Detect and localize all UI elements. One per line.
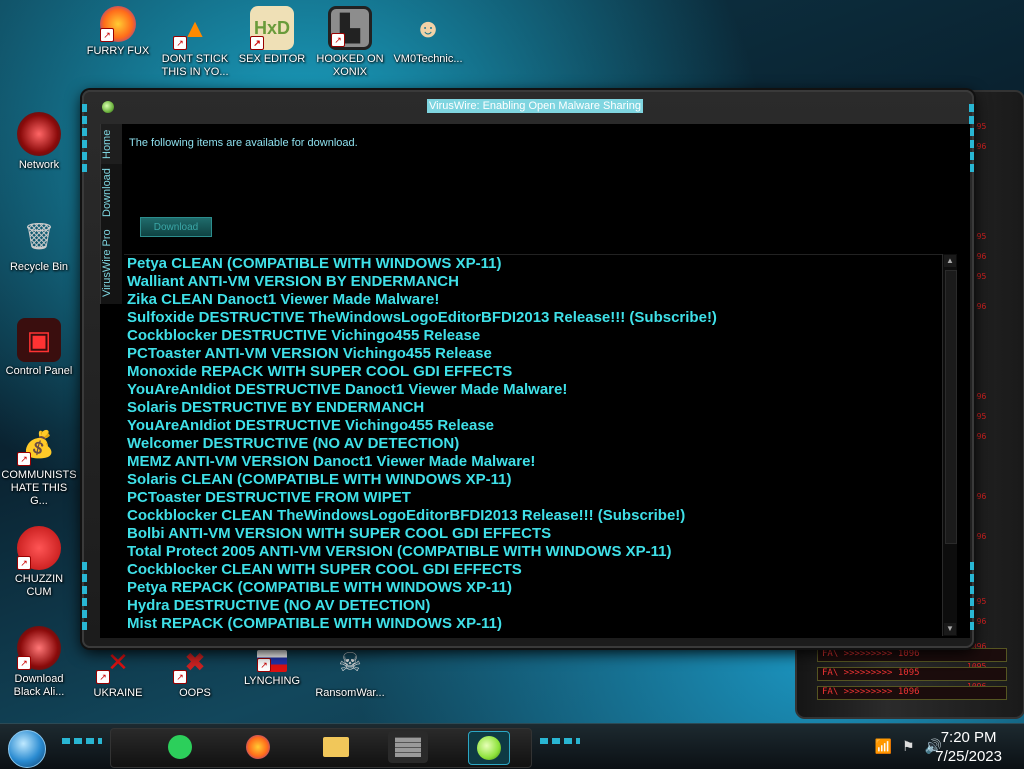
- list-item[interactable]: Cockblocker CLEAN WITH SUPER COOL GDI EF…: [124, 561, 954, 579]
- window-title: VirusWire: Enabling Open Malware Sharing: [427, 99, 643, 113]
- desktop-icon-hooked-on-xonix[interactable]: ▙ ↗ HOOKED ON XONIX: [312, 6, 388, 79]
- clock-time: 7:20 PM: [940, 729, 997, 746]
- system-tray: 📶 ⚑ 🔊: [875, 738, 942, 755]
- widget-bar-row: FA\ >>>>>>>>> 1095: [817, 667, 1007, 681]
- list-item[interactable]: Petya CLEAN (COMPATIBLE WITH WINDOWS XP-…: [124, 255, 954, 273]
- tab-home[interactable]: Home: [100, 124, 122, 164]
- list-item[interactable]: YouAreAnIdiot DESTRUCTIVE Vichingo455 Re…: [124, 417, 954, 435]
- desktop-icon-control-panel[interactable]: ▣ Control Panel: [1, 318, 77, 378]
- viruswire-window[interactable]: VirusWire: Enabling Open Malware Sharing…: [82, 90, 974, 648]
- list-scrollbar[interactable]: ▲ ▼: [942, 254, 957, 636]
- desktop-icon-communists[interactable]: 💰 ↗ COMMUNISTS HATE THIS G...: [1, 422, 77, 508]
- download-button[interactable]: Download: [140, 217, 212, 237]
- scroll-down-arrow-icon[interactable]: ▼: [944, 623, 956, 635]
- list-item[interactable]: Sulfoxide DESTRUCTIVE TheWindowsLogoEdit…: [124, 309, 954, 327]
- list-item[interactable]: PCToaster ANTI-VM VERSION Vichingo455 Re…: [124, 345, 954, 363]
- start-orb-button[interactable]: [8, 730, 46, 768]
- taskbar-app-explorer[interactable]: [316, 731, 356, 763]
- vlc-cone-icon: ▲ ↗: [173, 6, 217, 50]
- taskbar-app-firefox[interactable]: [238, 731, 278, 763]
- taskbar: 📶 ⚑ 🔊 7:20 PM 7/25/2023: [0, 723, 1024, 769]
- desktop-icon-vm0technic[interactable]: ☻ VM0Technic...: [390, 6, 466, 66]
- brick-wall-icon: [395, 737, 421, 757]
- desktop-icon-chuzzin[interactable]: ↗ CHUZZIN CUM: [1, 526, 77, 599]
- desktop-icon-ransomware[interactable]: ☠ RansomWar...: [312, 640, 388, 700]
- list-item[interactable]: Cockblocker CLEAN TheWindowsLogoEditorBF…: [124, 507, 954, 525]
- widget-bar-row: FA\ >>>>>>>>> 1096: [817, 686, 1007, 700]
- list-item[interactable]: Mist REPACK (COMPATIBLE WITH WINDOWS XP-…: [124, 615, 954, 633]
- firefox-icon: [246, 735, 270, 759]
- list-item[interactable]: Bolbi ANTI-VM VERSION WITH SUPER COOL GD…: [124, 525, 954, 543]
- control-panel-icon: ▣: [17, 318, 61, 362]
- file-explorer-icon: [323, 737, 349, 757]
- intro-text: The following items are available for do…: [129, 137, 358, 149]
- taskbar-app-viruswire[interactable]: [468, 731, 510, 765]
- desktop-icon-dont-stick[interactable]: ▲ ↗ DONT STICK THIS IN YO...: [157, 6, 233, 79]
- clock[interactable]: 7:20 PM 7/25/2023: [935, 728, 1002, 766]
- money-bag-icon: 💰 ↗: [17, 422, 61, 466]
- scroll-up-arrow-icon[interactable]: ▲: [944, 255, 956, 267]
- doctor-avatar-icon: ☻: [414, 12, 442, 43]
- list-item[interactable]: Petya REPACK (COMPATIBLE WITH WINDOWS XP…: [124, 579, 954, 597]
- network-signal-icon[interactable]: 📶: [875, 738, 892, 755]
- list-item[interactable]: Zika CLEAN Danoct1 Viewer Made Malware!: [124, 291, 954, 309]
- firefox-icon: ↗: [100, 6, 136, 42]
- alien-eye-icon: ↗: [17, 626, 61, 670]
- list-item[interactable]: YouAreAnIdiot DESTRUCTIVE Danoct1 Viewer…: [124, 381, 954, 399]
- tab-download[interactable]: Download: [100, 164, 122, 222]
- chuzzle-icon: ↗: [17, 526, 61, 570]
- list-item[interactable]: Walliant ANTI-VM VERSION BY ENDERMANCH: [124, 273, 954, 291]
- list-item[interactable]: Welcomer DESTRUCTIVE (NO AV DETECTION): [124, 435, 954, 453]
- frame-decoration: [82, 104, 87, 174]
- taskbar-decoration: [540, 738, 580, 744]
- xonix-game-icon: ▙ ↗: [328, 6, 372, 50]
- flag-icon: ↗: [257, 650, 287, 672]
- app-orb-icon[interactable]: [102, 101, 114, 113]
- action-center-flag-icon[interactable]: ⚑: [902, 738, 915, 755]
- clock-date: 7/25/2023: [935, 748, 1002, 765]
- list-item[interactable]: PCToaster DESTRUCTIVE FROM WIPET: [124, 489, 954, 507]
- list-item[interactable]: Hydra DESTRUCTIVE (NO AV DETECTION): [124, 597, 954, 615]
- list-item[interactable]: Cockblocker DESTRUCTIVE Vichingo455 Rele…: [124, 327, 954, 345]
- taskbar-decoration: [62, 738, 102, 744]
- list-item[interactable]: Monoxide REPACK WITH SUPER COOL GDI EFFE…: [124, 363, 954, 381]
- spotify-green-icon: [168, 735, 192, 759]
- hxd-icon: HxD ↗: [250, 6, 294, 50]
- desktop-icon-network[interactable]: Network: [1, 112, 77, 172]
- list-item[interactable]: MEMZ ANTI-VM VERSION Danoct1 Viewer Made…: [124, 453, 954, 471]
- window-titlebar[interactable]: VirusWire: Enabling Open Malware Sharing: [84, 92, 972, 120]
- lime-orb-icon: [477, 736, 501, 760]
- tab-viruswire-pro[interactable]: VirusWire Pro: [100, 222, 122, 304]
- list-item[interactable]: Solaris CLEAN (COMPATIBLE WITH WINDOWS X…: [124, 471, 954, 489]
- scrollbar-thumb[interactable]: [945, 270, 957, 544]
- list-item[interactable]: Total Protect 2005 ANTI-VM VERSION (COMP…: [124, 543, 954, 561]
- desktop-icon-furry-fux[interactable]: ↗ FURRY FUX: [80, 6, 156, 58]
- download-list[interactable]: Petya CLEAN (COMPATIBLE WITH WINDOWS XP-…: [124, 254, 954, 635]
- desktop-icon-ukraine[interactable]: ✕ ↗ UKRAINE: [80, 640, 156, 700]
- frame-decoration: [82, 562, 87, 632]
- desktop-icon-recycle-bin[interactable]: 🗑 Recycle Bin: [1, 214, 77, 274]
- vertical-tab-strip: Home Download VirusWire Pro: [100, 124, 122, 304]
- taskbar-app-brick[interactable]: [388, 731, 428, 763]
- recycle-bin-icon: 🗑: [22, 220, 56, 251]
- desktop-icon-oops[interactable]: ✖ ↗ OOPS: [157, 640, 233, 700]
- taskbar-app-spotify[interactable]: [160, 731, 200, 763]
- desktop-icon-sex-editor[interactable]: HxD ↗ SEX EDITOR: [234, 6, 310, 66]
- widget-bar-row: FA\ >>>>>>>>> 1096: [817, 648, 1007, 662]
- network-icon: [17, 112, 61, 156]
- window-client-area: Home Download VirusWire Pro The followin…: [100, 124, 970, 638]
- desktop-icon-download-black-ali[interactable]: ↗ Download Black Ali...: [1, 626, 77, 699]
- list-item[interactable]: Solaris DESTRUCTIVE BY ENDERMANCH: [124, 399, 954, 417]
